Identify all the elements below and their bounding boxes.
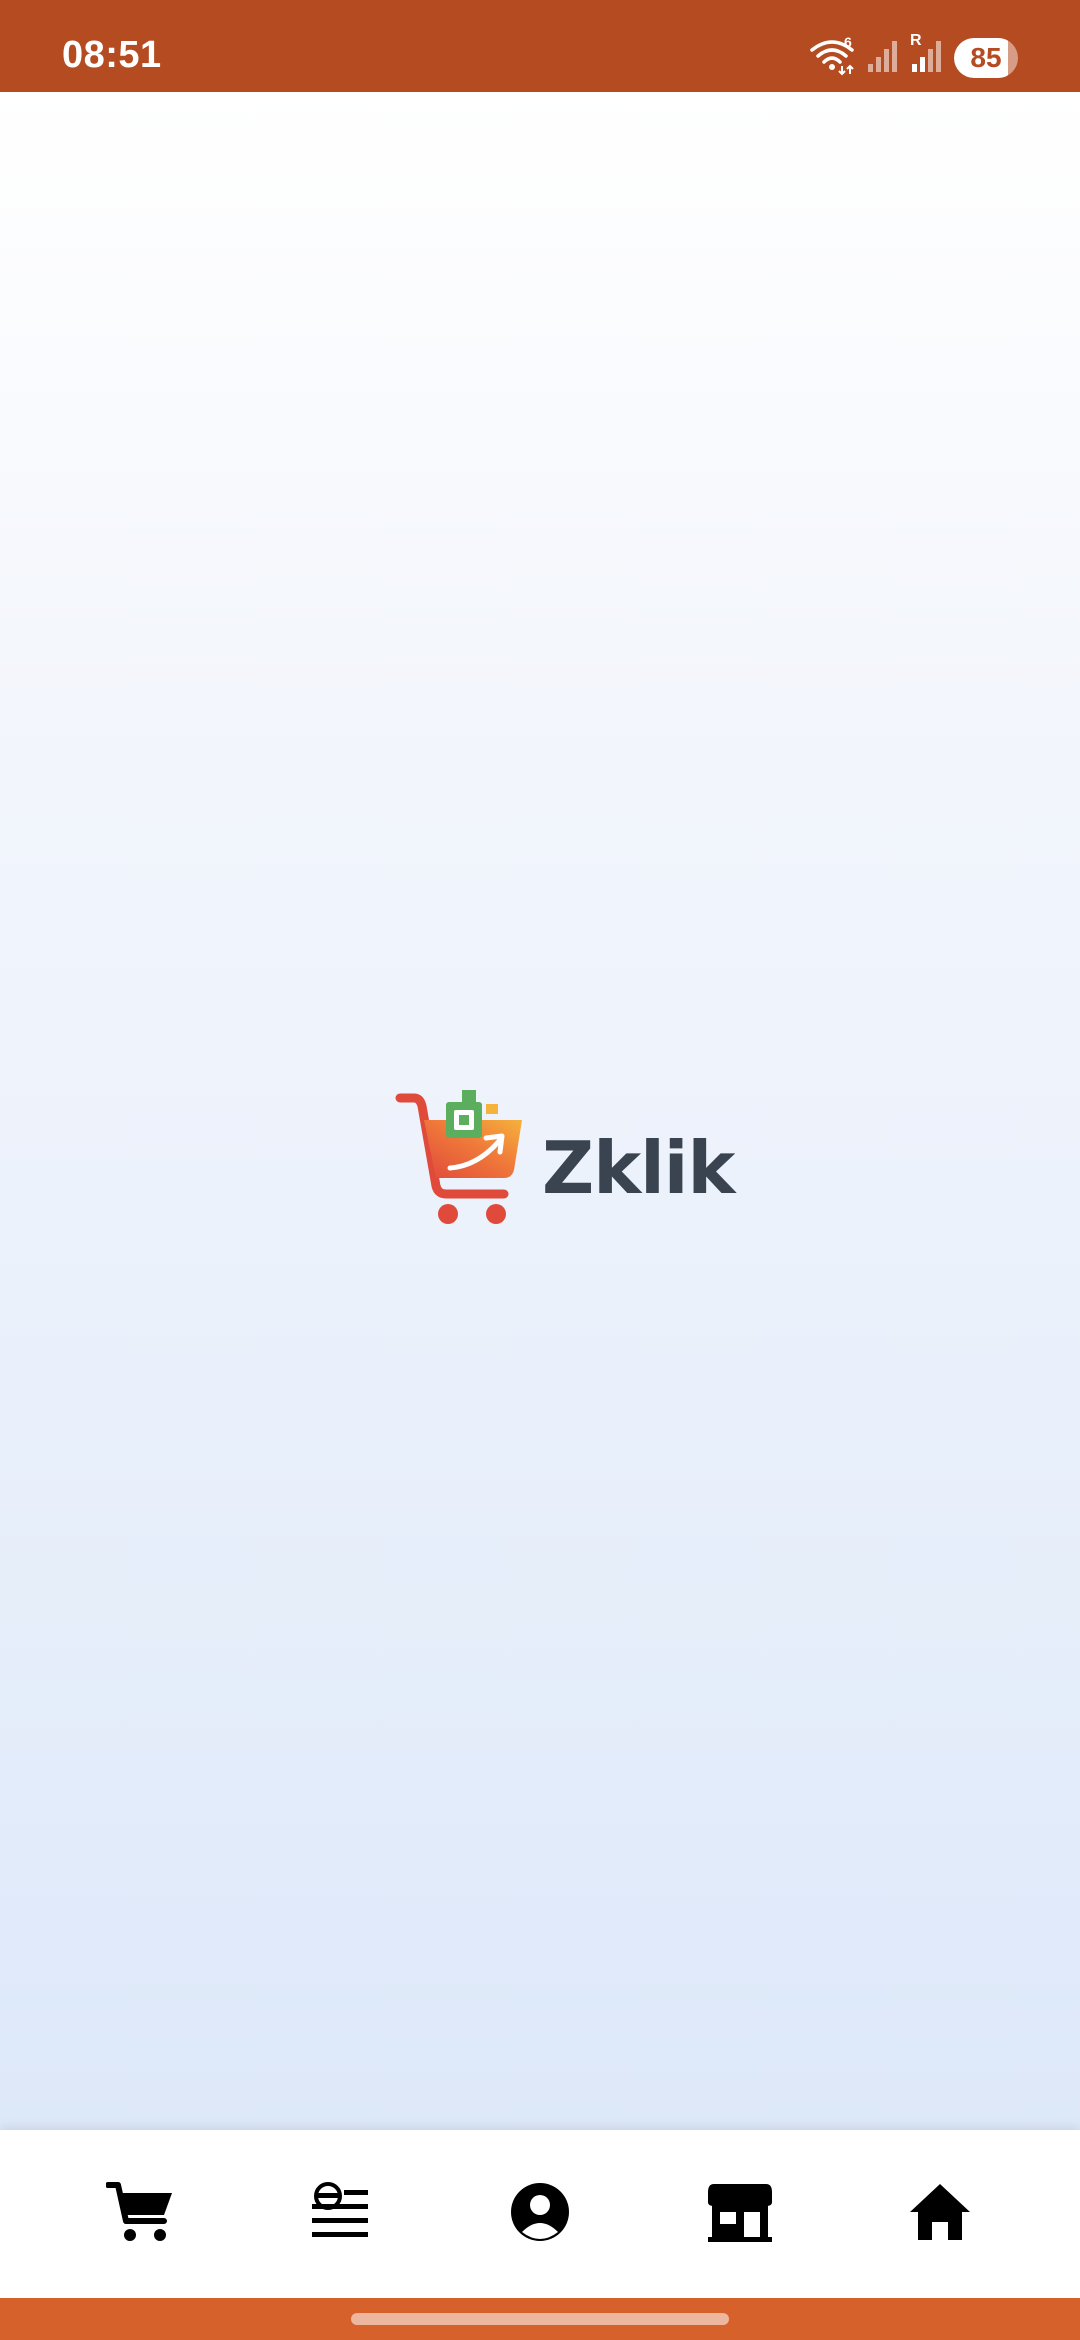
home-icon bbox=[908, 2182, 972, 2247]
app-logo: Zklik bbox=[392, 1089, 735, 1235]
wifi-icon: 6 bbox=[808, 33, 856, 81]
roaming-label: R bbox=[910, 31, 922, 49]
splash-screen: Zklik bbox=[0, 92, 1080, 2130]
system-gesture-bar bbox=[0, 2298, 1080, 2340]
bottom-nav bbox=[0, 2130, 1080, 2298]
signal-roaming-icon: R bbox=[910, 32, 944, 79]
nav-account[interactable] bbox=[475, 2149, 605, 2279]
nav-home[interactable] bbox=[875, 2149, 1005, 2279]
orders-list-icon bbox=[310, 2181, 370, 2247]
app-name: Zklik bbox=[542, 1126, 735, 1210]
gesture-handle[interactable] bbox=[351, 2313, 729, 2325]
shopping-cart-icon bbox=[392, 1089, 532, 1235]
battery-icon: 85 bbox=[954, 38, 1018, 78]
nav-store[interactable] bbox=[675, 2149, 805, 2279]
signal-icon bbox=[866, 38, 900, 79]
status-bar: 08:51 6 R 85 bbox=[0, 0, 1080, 92]
nav-orders[interactable] bbox=[275, 2149, 405, 2279]
store-icon bbox=[708, 2182, 772, 2247]
account-icon bbox=[510, 2182, 570, 2247]
nav-cart[interactable] bbox=[75, 2149, 205, 2279]
status-icons: 6 R 85 bbox=[808, 32, 1018, 81]
cart-icon bbox=[105, 2181, 174, 2248]
status-time: 08:51 bbox=[62, 34, 162, 76]
wifi-label: 6 bbox=[844, 33, 852, 50]
battery-level: 85 bbox=[970, 42, 1002, 73]
